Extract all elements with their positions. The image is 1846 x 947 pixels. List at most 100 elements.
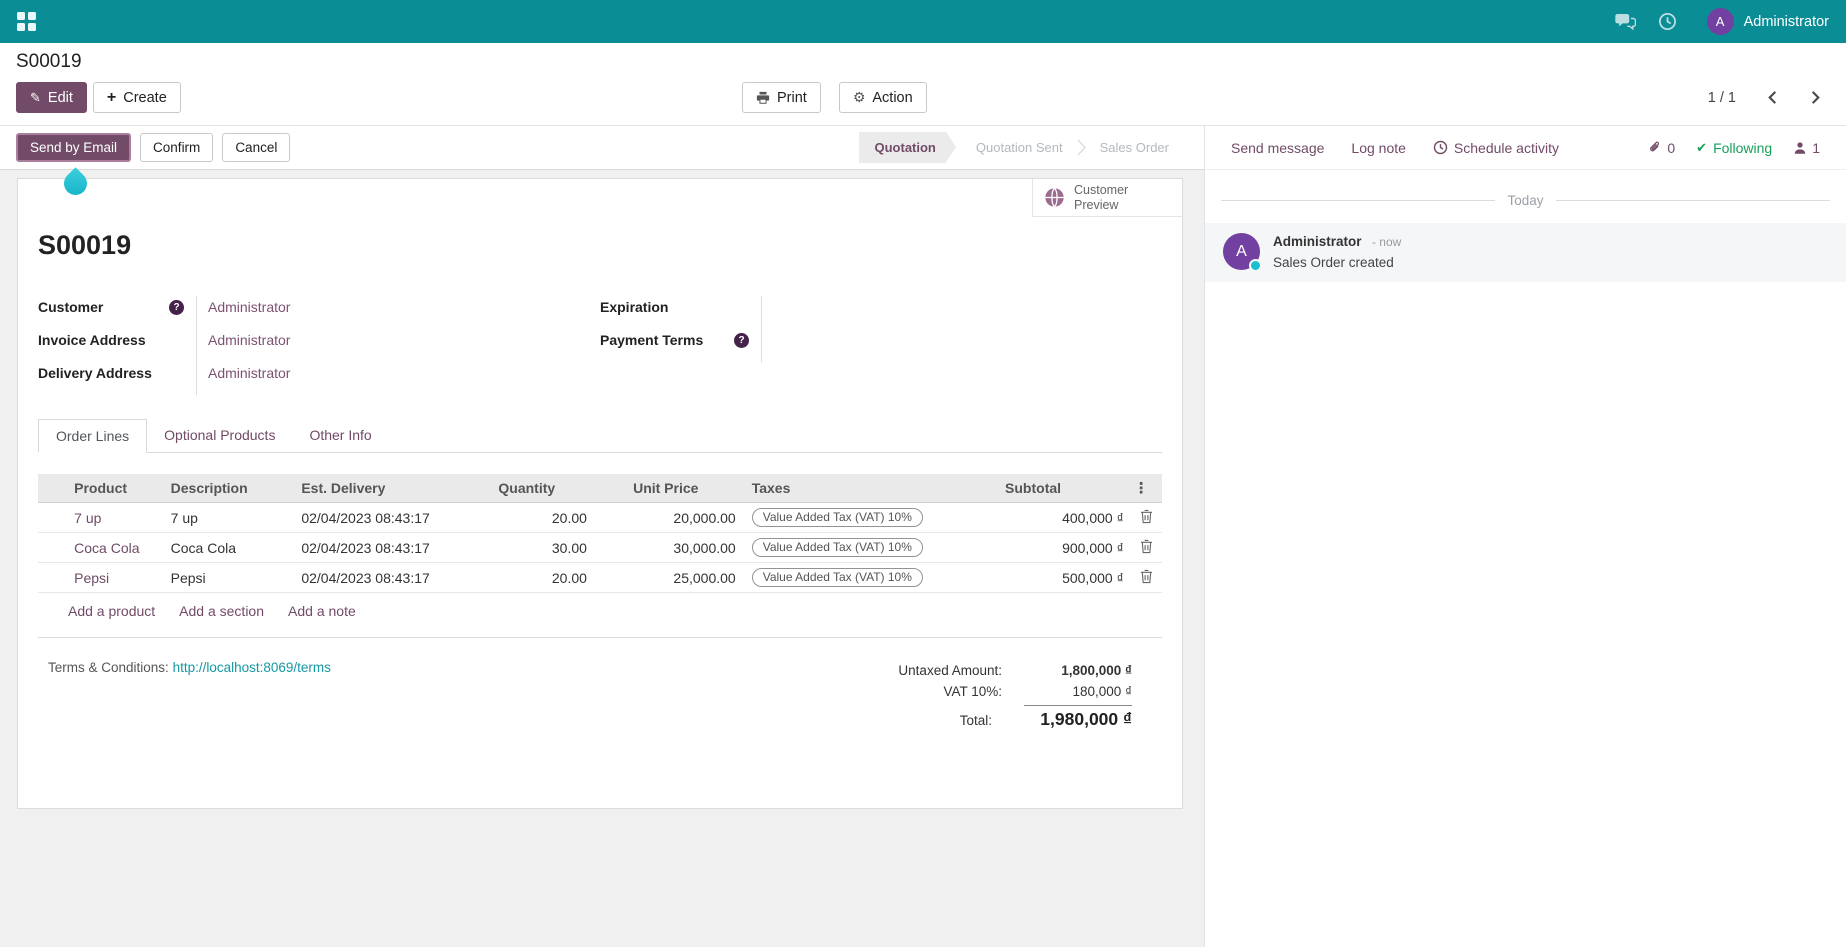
product-link[interactable]: 7 up: [74, 510, 101, 526]
tax-badge: Value Added Tax (VAT) 10%: [752, 538, 923, 557]
gear-icon: [853, 89, 866, 106]
statusbar: Send by Email Confirm Cancel Quotation Q…: [0, 126, 1204, 170]
product-link[interactable]: Pepsi: [74, 570, 109, 586]
message-body: Sales Order created: [1273, 255, 1401, 270]
online-status-dot: [1249, 259, 1262, 272]
user-menu[interactable]: A Administrator: [1707, 8, 1829, 35]
field-payment-terms: Payment Terms: [600, 329, 1162, 362]
top-navbar: A Administrator: [0, 0, 1846, 43]
status-steps: Quotation Quotation Sent Sales Order: [859, 132, 1184, 163]
trash-icon: [1140, 569, 1153, 584]
user-avatar: A: [1707, 8, 1734, 35]
tab-order-lines[interactable]: Order Lines: [38, 419, 147, 453]
pencil-icon: [30, 90, 41, 106]
order-title: S00019: [38, 230, 1162, 261]
person-icon: [1793, 141, 1807, 155]
following-button[interactable]: Following: [1696, 139, 1772, 156]
pager-next-icon[interactable]: [1809, 90, 1822, 105]
pager-previous-icon[interactable]: [1766, 90, 1779, 105]
field-customer: Customer Administrator: [38, 296, 600, 329]
delete-row-button[interactable]: [1132, 533, 1162, 563]
status-step-quotation-sent[interactable]: Quotation Sent: [962, 140, 1077, 155]
delete-row-button[interactable]: [1132, 503, 1162, 533]
field-expiration: Expiration: [600, 296, 1162, 329]
message-author[interactable]: Administrator: [1273, 234, 1362, 249]
date-divider: Today: [1221, 193, 1830, 208]
schedule-activity-button[interactable]: Schedule activity: [1433, 140, 1559, 156]
table-header-row: Product Description Est. Delivery Quanti…: [38, 474, 1162, 503]
cancel-button[interactable]: Cancel: [222, 133, 290, 162]
status-step-quotation[interactable]: Quotation: [859, 132, 946, 163]
user-name: Administrator: [1744, 14, 1829, 30]
status-step-sales-order[interactable]: Sales Order: [1086, 140, 1183, 155]
pager-count: 1 / 1: [1708, 90, 1736, 106]
untaxed-amount-value: 1,800,000 ₫: [1024, 663, 1132, 678]
delivery-address-value-link[interactable]: Administrator: [196, 362, 600, 395]
delete-row-button[interactable]: [1132, 563, 1162, 593]
tax-badge: Value Added Tax (VAT) 10%: [752, 568, 923, 587]
print-button[interactable]: Print: [742, 82, 821, 113]
send-message-button[interactable]: Send message: [1231, 140, 1324, 156]
pager: 1 / 1: [1708, 90, 1822, 106]
confirm-button[interactable]: Confirm: [140, 133, 213, 162]
message-avatar: A: [1223, 233, 1260, 270]
trash-icon: [1140, 509, 1153, 524]
notebook-tabs: Order Lines Optional Products Other Info: [38, 419, 1162, 453]
attachments-button[interactable]: 0: [1648, 140, 1675, 156]
expiration-value[interactable]: [761, 296, 1162, 329]
field-delivery-address: Delivery Address Administrator: [38, 362, 600, 395]
add-line-row: Add a product Add a section Add a note: [38, 593, 1162, 629]
customer-preview-button[interactable]: Customer Preview: [1032, 179, 1182, 217]
printer-icon: [756, 91, 770, 105]
untaxed-amount-label: Untaxed Amount:: [898, 663, 1002, 678]
check-icon: [1696, 139, 1707, 156]
add-note-link[interactable]: Add a note: [288, 603, 356, 619]
form-view: Send by Email Confirm Cancel Quotation Q…: [0, 126, 1204, 947]
table-row[interactable]: 7 up 7 up 02/04/2023 08:43:17 20.00 20,0…: [38, 503, 1162, 533]
customer-value-link[interactable]: Administrator: [196, 296, 600, 329]
table-row[interactable]: Pepsi Pepsi 02/04/2023 08:43:17 20.00 25…: [38, 563, 1162, 593]
chevron-right-icon: [1077, 139, 1086, 156]
total-value: 1,980,000 ₫: [1014, 709, 1132, 730]
breadcrumb[interactable]: S00019: [0, 47, 1846, 82]
tab-other-info[interactable]: Other Info: [292, 419, 388, 452]
apps-menu-icon[interactable]: [17, 12, 36, 31]
handle-column-header: [38, 474, 66, 503]
clock-icon: [1433, 140, 1448, 155]
product-link[interactable]: Coca Cola: [74, 540, 139, 556]
total-label: Total:: [960, 713, 992, 728]
send-by-email-button[interactable]: Send by Email: [16, 133, 131, 162]
vat-label: VAT 10%:: [943, 684, 1002, 699]
log-note-button[interactable]: Log note: [1351, 140, 1406, 156]
help-icon[interactable]: [169, 300, 184, 315]
totals-summary: Untaxed Amount: 1,800,000 ₫ VAT 10%: 180…: [862, 660, 1132, 733]
globe-icon: [1044, 187, 1065, 208]
followers-button[interactable]: 1: [1793, 140, 1820, 156]
invoice-address-value-link[interactable]: Administrator: [196, 329, 600, 362]
messages-icon[interactable]: [1615, 13, 1636, 31]
plus-icon: [107, 90, 116, 106]
terms-link[interactable]: http://localhost:8069/terms: [173, 660, 331, 675]
tab-optional-products[interactable]: Optional Products: [147, 419, 292, 452]
chatter-panel: Send message Log note Schedule activity …: [1204, 126, 1846, 947]
table-row[interactable]: Coca Cola Coca Cola 02/04/2023 08:43:17 …: [38, 533, 1162, 563]
add-section-link[interactable]: Add a section: [179, 603, 264, 619]
activities-clock-icon[interactable]: [1658, 12, 1677, 31]
order-lines-table: Product Description Est. Delivery Quanti…: [38, 474, 1162, 593]
help-icon[interactable]: [734, 333, 749, 348]
chatter-message[interactable]: A Administrator - now Sales Order create…: [1205, 223, 1846, 282]
tax-badge: Value Added Tax (VAT) 10%: [752, 508, 923, 527]
payment-terms-value[interactable]: [761, 329, 1162, 362]
field-group-left: Customer Administrator Invoice Address A…: [38, 296, 600, 395]
create-button[interactable]: Create: [93, 82, 181, 113]
add-product-link[interactable]: Add a product: [68, 603, 155, 619]
action-button[interactable]: Action: [839, 82, 927, 113]
vat-value: 180,000 ₫: [1024, 684, 1132, 699]
chatter-topbar: Send message Log note Schedule activity …: [1205, 126, 1846, 170]
paperclip-icon: [1648, 140, 1662, 155]
table-separator: [38, 637, 1162, 638]
optional-columns-icon[interactable]: [1134, 480, 1149, 496]
edit-button[interactable]: Edit: [16, 82, 87, 113]
terms-and-conditions: Terms & Conditions: http://localhost:806…: [38, 660, 331, 675]
form-canvas: Customer Preview S00019 Customer Adminis…: [0, 170, 1204, 947]
